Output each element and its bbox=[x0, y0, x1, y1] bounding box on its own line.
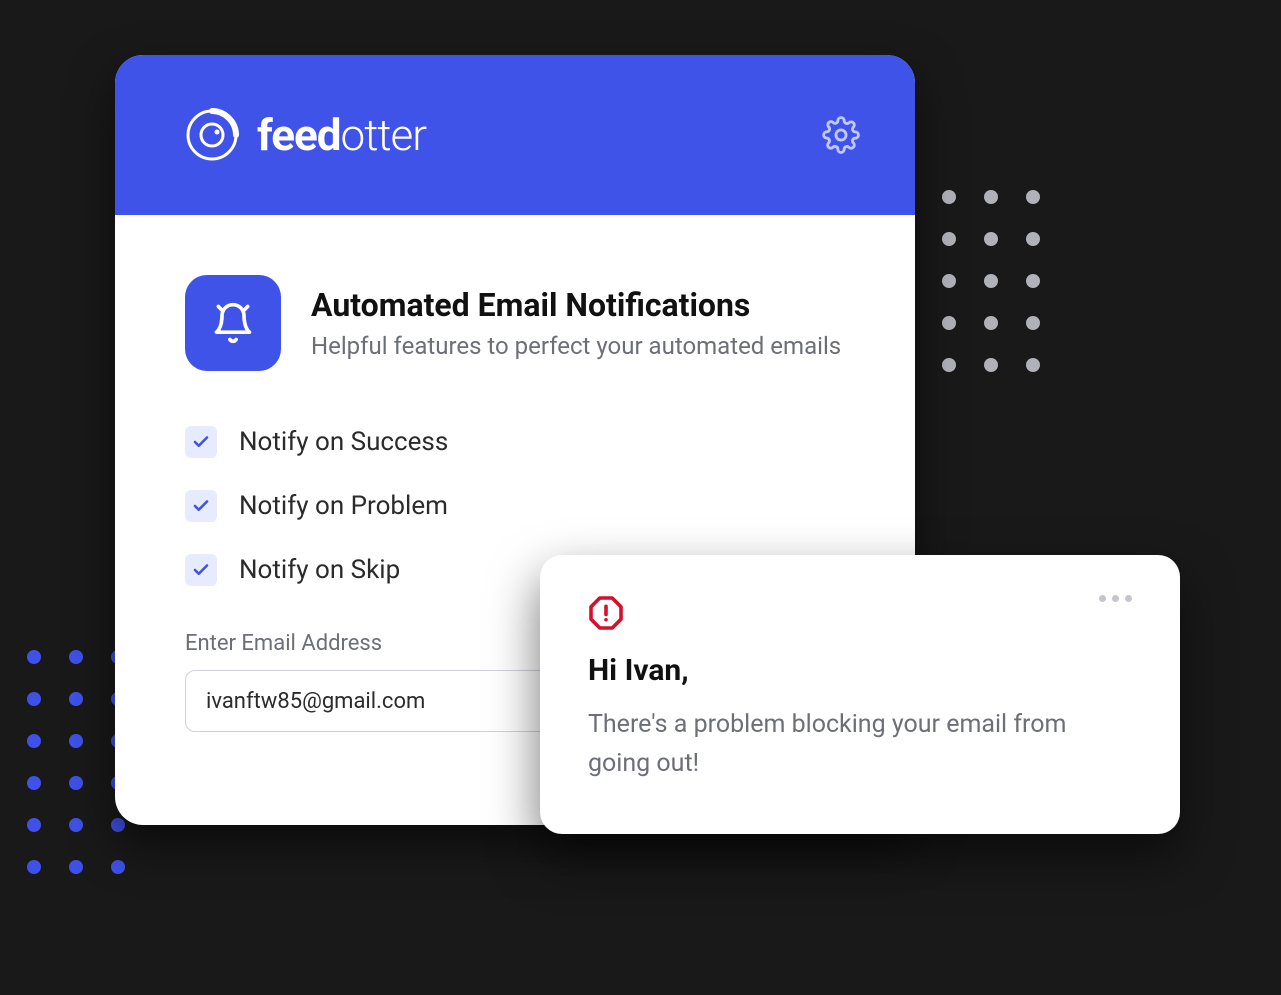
more-icon[interactable] bbox=[1099, 595, 1132, 602]
check-icon bbox=[192, 561, 210, 579]
check-row-problem: Notify on Problem bbox=[185, 490, 845, 522]
check-icon bbox=[192, 497, 210, 515]
bell-badge bbox=[185, 275, 281, 371]
brand-name: feedotter bbox=[257, 109, 426, 161]
checkbox-skip[interactable] bbox=[185, 554, 217, 586]
check-icon bbox=[192, 433, 210, 451]
checkbox-success[interactable] bbox=[185, 426, 217, 458]
decoration-dots-gray bbox=[900, 190, 1040, 372]
card-header: feedotter bbox=[115, 55, 915, 215]
bell-icon bbox=[211, 301, 255, 345]
problem-toast: Hi Ivan, There's a problem blocking your… bbox=[540, 555, 1180, 834]
toast-body: There's a problem blocking your email fr… bbox=[588, 706, 1132, 784]
decoration-dots-blue bbox=[0, 650, 125, 874]
brand-mark-icon bbox=[185, 108, 239, 162]
section-title-row: Automated Email Notifications Helpful fe… bbox=[185, 275, 845, 371]
section-title: Automated Email Notifications bbox=[311, 286, 841, 324]
brand-logo: feedotter bbox=[185, 108, 426, 162]
alert-octagon-icon bbox=[588, 595, 624, 631]
checkbox-label: Notify on Skip bbox=[239, 555, 400, 585]
checkbox-label: Notify on Problem bbox=[239, 491, 448, 521]
checkbox-problem[interactable] bbox=[185, 490, 217, 522]
check-row-success: Notify on Success bbox=[185, 426, 845, 458]
gear-icon[interactable] bbox=[822, 116, 860, 154]
section-subtitle: Helpful features to perfect your automat… bbox=[311, 332, 841, 360]
checkbox-label: Notify on Success bbox=[239, 427, 448, 457]
toast-greeting: Hi Ivan, bbox=[588, 653, 1132, 688]
